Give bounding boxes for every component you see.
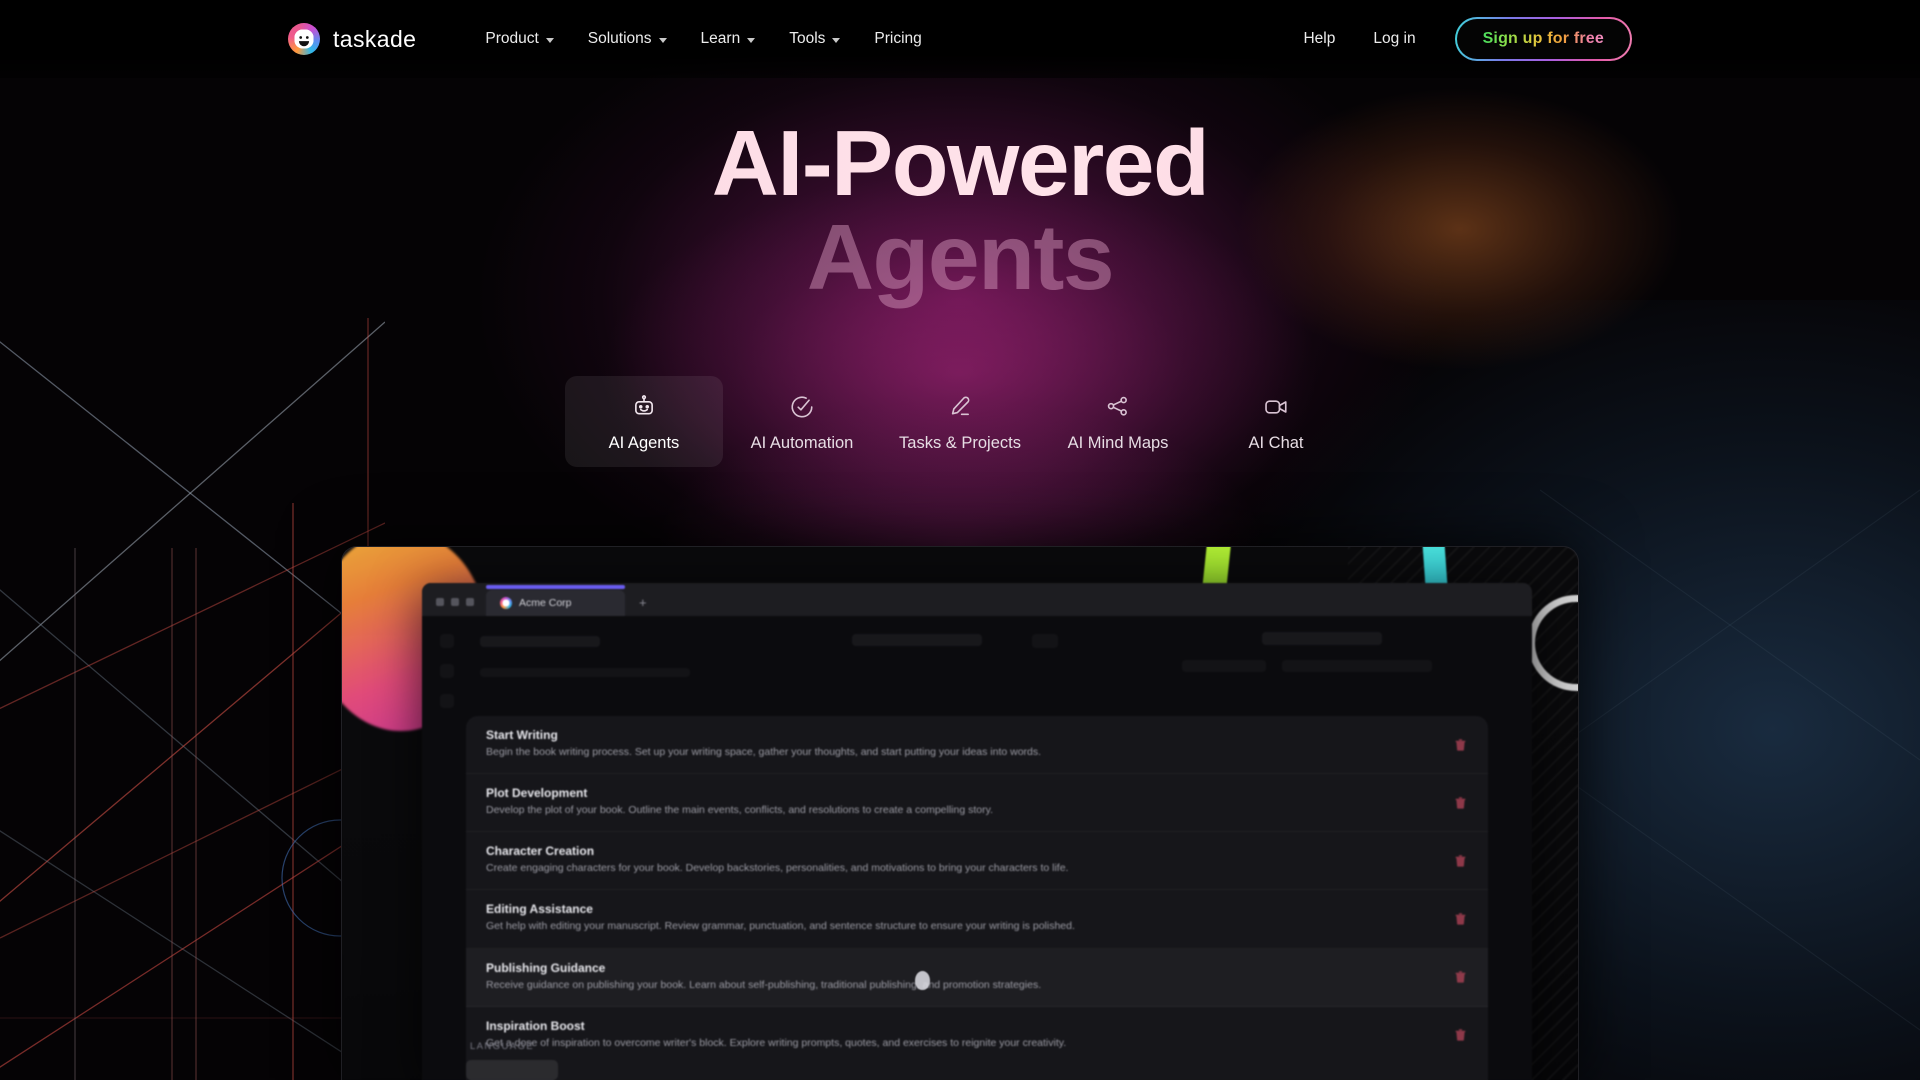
chevron-down-icon [545, 37, 554, 43]
nav-item-login-label: Log in [1373, 30, 1416, 47]
tab-ai-chat[interactable]: AI Chat [1197, 376, 1355, 467]
wireframe-decoration-right [1540, 430, 1920, 1080]
command-title: Publishing Guidance [486, 960, 606, 975]
app-subtitle-ghost [480, 668, 690, 677]
chevron-down-icon [747, 37, 756, 43]
nav-item-pricing[interactable]: Pricing [857, 22, 938, 56]
nav-item-login[interactable]: Log in [1354, 22, 1434, 56]
app-sidebar-ghost-icon [440, 634, 454, 648]
nav-item-tools-label: Tools [789, 30, 826, 47]
favicon-icon [500, 597, 512, 609]
tab-ai-agents-label: AI Agents [608, 434, 680, 452]
language-select[interactable] [466, 1060, 558, 1080]
list-item[interactable]: Plot Development Develop the plot of you… [466, 774, 1488, 833]
page-title: AI-Powered Agents [0, 116, 1920, 310]
tab-ai-mind-maps[interactable]: AI Mind Maps [1039, 376, 1197, 467]
command-title: Character Creation [486, 844, 595, 859]
browser-tab-title: Acme Corp [519, 597, 572, 609]
signup-button[interactable]: Sign up for free [1454, 17, 1632, 61]
delete-icon[interactable] [1455, 738, 1466, 751]
delete-icon[interactable] [1455, 1029, 1466, 1041]
nav-item-solutions[interactable]: Solutions [571, 22, 684, 56]
command-title: Start Writing [486, 728, 558, 742]
language-label: LANGUAGE [470, 1041, 534, 1052]
command-description: Get help with editing your manuscript. R… [486, 920, 1075, 933]
nav-item-product-label: Product [485, 30, 539, 47]
taskade-logo-icon [288, 23, 320, 55]
app-action-ghost [1262, 632, 1382, 645]
chevron-down-icon [658, 37, 667, 43]
top-navigation-bar: taskade Product Solutions Learn Tools Pr… [0, 0, 1920, 78]
robot-icon [631, 394, 657, 420]
command-description: Begin the book writing process. Set up y… [486, 746, 1042, 758]
share-nodes-icon [1105, 394, 1131, 420]
signup-button-label: Sign up for free [1482, 30, 1604, 47]
app-toolbar-ghost [1282, 660, 1432, 672]
app-toolbar-ghost [1182, 660, 1266, 672]
language-section: LANGUAGE [466, 1019, 766, 1080]
tab-ai-automation[interactable]: AI Automation [723, 376, 881, 467]
window-controls[interactable] [422, 598, 486, 616]
tab-ai-agents[interactable]: AI Agents [565, 376, 723, 467]
list-item[interactable]: Character Creation Create engaging chara… [466, 832, 1488, 891]
app-breadcrumb-ghost [480, 636, 600, 647]
list-item[interactable]: Start Writing Begin the book writing pro… [466, 716, 1488, 775]
browser-tab-acme-corp[interactable]: Acme Corp [486, 585, 625, 616]
browser-window: Acme Corp + Start Writing Begin the book… [422, 583, 1532, 1080]
command-title: Editing Assistance [486, 902, 593, 917]
logo-face-icon [294, 29, 314, 49]
nav-item-solutions-label: Solutions [587, 30, 652, 47]
window-maximize-dot[interactable] [466, 598, 474, 606]
chevron-down-icon [832, 37, 841, 43]
video-camera-icon [1263, 394, 1289, 420]
list-item[interactable]: Editing Assistance Get help with editing… [466, 890, 1488, 949]
command-description: Develop the plot of your book. Outline t… [486, 804, 993, 817]
secondary-nav-links: Help Log in Sign up for free [1284, 17, 1632, 61]
feature-tab-bar: AI Agents AI Automation Tasks & Projects [565, 376, 1355, 467]
nav-item-help[interactable]: Help [1284, 22, 1354, 56]
nav-item-pricing-label: Pricing [874, 30, 922, 47]
delete-icon[interactable] [1455, 913, 1466, 925]
tab-ai-automation-label: AI Automation [750, 434, 854, 452]
delete-icon[interactable] [1455, 971, 1466, 983]
nav-item-learn[interactable]: Learn [684, 22, 773, 56]
nav-item-tools[interactable]: Tools [772, 22, 857, 56]
nav-item-help-label: Help [1303, 30, 1336, 47]
new-tab-button[interactable]: + [639, 590, 647, 616]
check-circle-icon [789, 394, 815, 420]
app-viewport: Start Writing Begin the book writing pro… [422, 616, 1532, 1080]
nav-item-learn-label: Learn [700, 30, 741, 47]
window-minimize-dot[interactable] [451, 598, 459, 606]
app-sidebar-ghost-icon [440, 694, 454, 708]
tab-tasks-projects-label: Tasks & Projects [899, 434, 1021, 452]
app-avatar-ghost [1032, 634, 1058, 648]
delete-icon[interactable] [1455, 855, 1466, 867]
list-item[interactable]: Publishing Guidance Receive guidance on … [466, 949, 1488, 1007]
brand-name: taskade [333, 25, 417, 52]
command-description: Receive guidance on publishing your book… [486, 978, 1042, 991]
tab-ai-chat-label: AI Chat [1248, 434, 1304, 452]
window-close-dot[interactable] [436, 598, 444, 606]
hero-title-line-1: AI-Powered [0, 116, 1920, 209]
pen-icon [947, 394, 973, 420]
product-screenshot-frame: + + Acme Corp + [341, 546, 1579, 1080]
app-title-ghost [852, 634, 982, 646]
primary-nav-links: Product Solutions Learn Tools Pricing [468, 22, 938, 56]
brand-logo[interactable]: taskade [288, 23, 416, 55]
delete-icon[interactable] [1455, 796, 1466, 809]
tab-ai-mind-maps-label: AI Mind Maps [1067, 434, 1169, 452]
command-title: Plot Development [486, 786, 588, 801]
wireframe-decoration-left [0, 318, 385, 1080]
nav-item-product[interactable]: Product [468, 22, 570, 56]
app-sidebar-ghost-icon [440, 664, 454, 678]
hero-title-line-2: Agents [806, 205, 1115, 310]
browser-chrome-bar: Acme Corp + [422, 583, 1532, 616]
page-root: taskade Product Solutions Learn Tools Pr… [0, 0, 1920, 1080]
tab-tasks-projects[interactable]: Tasks & Projects [881, 376, 1039, 467]
mouse-cursor [915, 971, 930, 990]
command-description: Create engaging characters for your book… [486, 862, 1069, 875]
